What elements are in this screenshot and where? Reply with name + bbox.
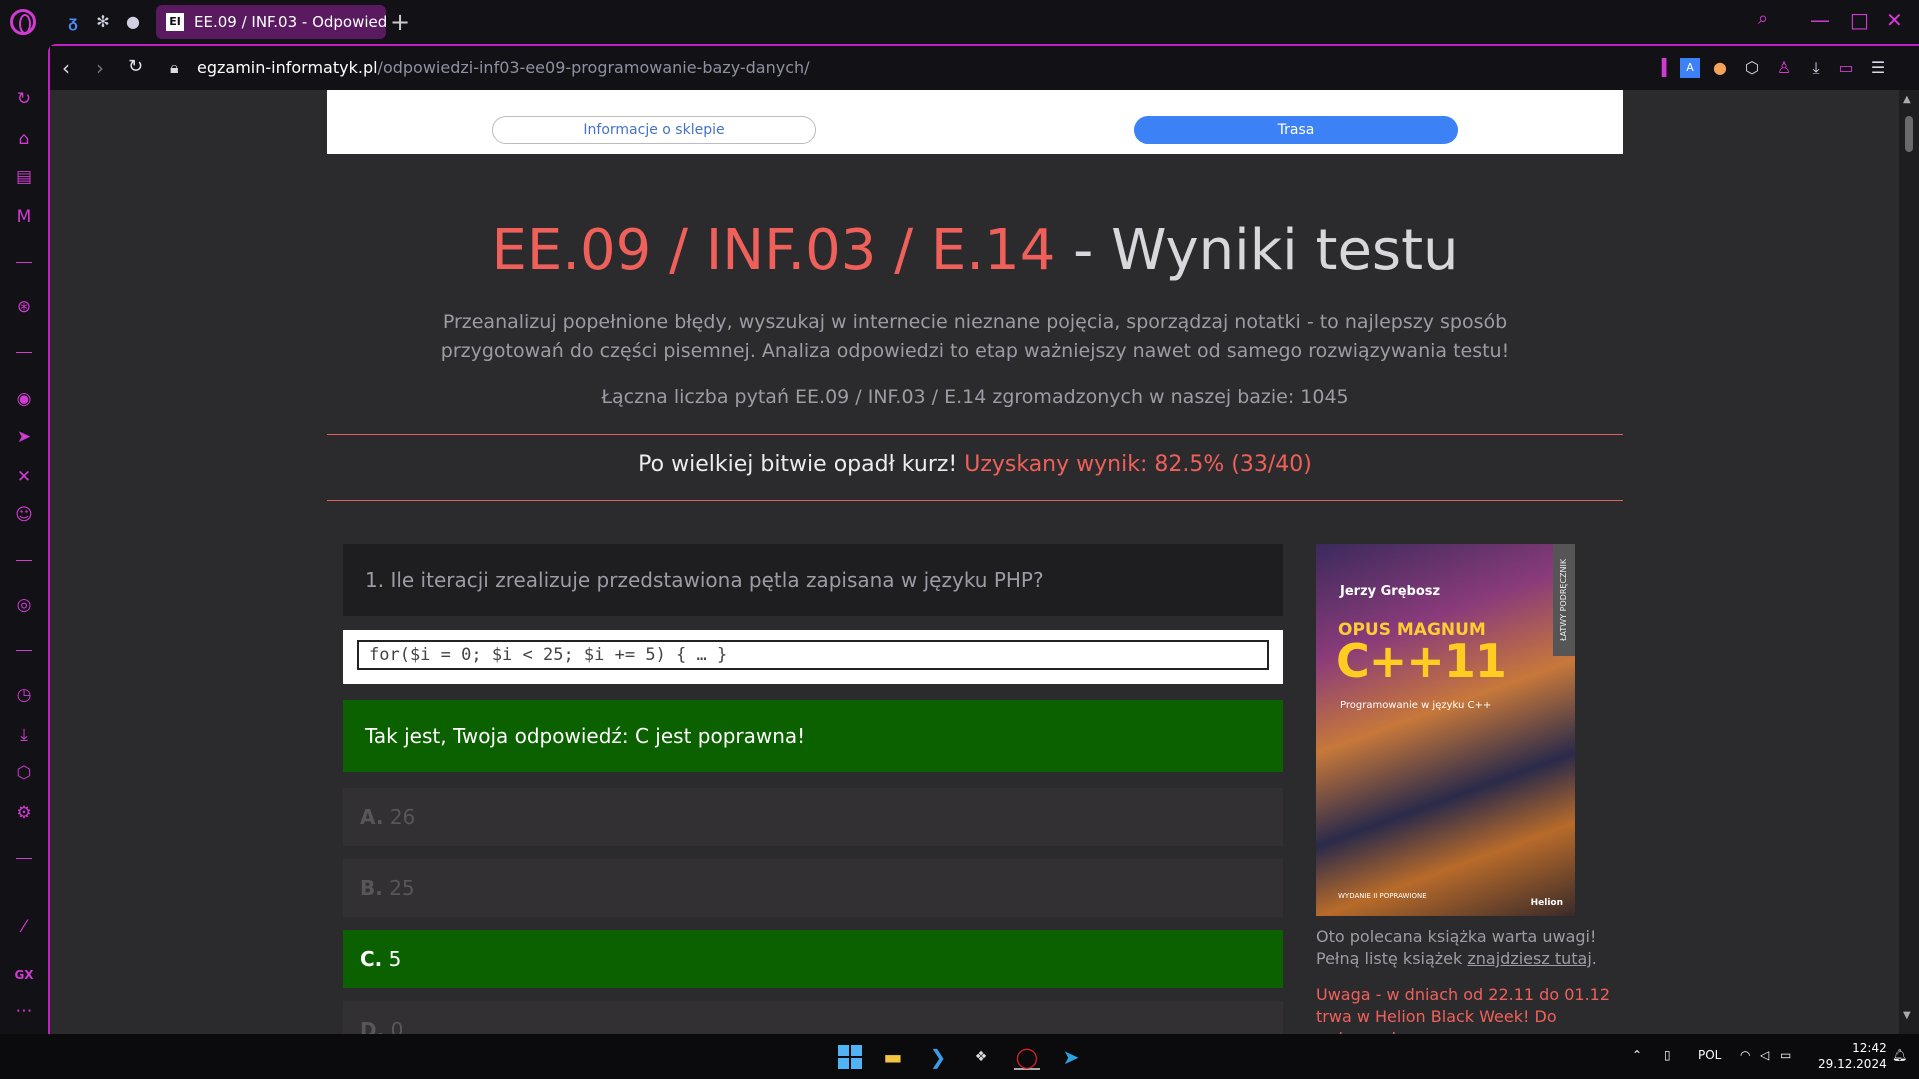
vscode-icon[interactable]: ❯ (925, 1044, 951, 1070)
answer-b: B. 25 (343, 859, 1283, 917)
history-icon[interactable]: ◷ (13, 684, 35, 706)
page-viewport: Informacje o sklepie Trasa EE.09 / INF.0… (50, 90, 1899, 1034)
x-twitter-icon[interactable]: ✕ (13, 466, 35, 488)
book-edition: WYDANIE II POPRAWIONE (1338, 892, 1427, 900)
book-title: C++11 (1336, 634, 1507, 688)
book-subtitle: Programowanie w języku C++ (1340, 700, 1492, 711)
translate-icon[interactable]: A (1680, 58, 1700, 78)
book-spine-label: ŁATWY PODRĘCZNIK (1553, 544, 1575, 656)
gmail-icon[interactable]: M (13, 206, 35, 228)
book-publisher: Helion (1530, 898, 1563, 908)
book-author: Jerzy Grębosz (1340, 584, 1441, 599)
battery-icon[interactable]: ▭ (1780, 1048, 1791, 1062)
address-bar: ‹ › ↻ 🔒︎ egzamin-informatyk.pl/odpowiedz… (50, 46, 1919, 90)
opera-logo-icon[interactable] (10, 9, 36, 35)
code-block: for($i = 0; $i < 25; $i += 5) { … } (343, 630, 1283, 684)
app-icon[interactable]: ❖ (968, 1044, 994, 1070)
tray-device-icon[interactable]: ▯ (1664, 1048, 1671, 1062)
separator-icon: ▍ (1661, 58, 1675, 77)
discord-icon[interactable]: ☺ (13, 504, 35, 526)
github-icon[interactable]: ● (122, 11, 144, 33)
ad-banner: Informacje o sklepie Trasa (327, 90, 1623, 154)
clock-date: 29.12.2024 (1818, 1057, 1887, 1071)
games-icon[interactable]: ▤ (13, 166, 35, 188)
notifications-icon[interactable]: 🔔︎ (1892, 1048, 1907, 1062)
code-snippet: for($i = 0; $i < 25; $i += 5) { … } (357, 640, 1269, 670)
clock[interactable]: 12:42 29.12.2024 (1818, 1040, 1887, 1072)
gx-control-icon[interactable]: GX (13, 964, 35, 986)
tasks-icon[interactable]: ᵹ (62, 11, 84, 33)
store-info-button[interactable]: Informacje o sklepie (492, 116, 816, 144)
scroll-thumb[interactable] (1905, 116, 1913, 152)
music-player-icon[interactable]: ◎ (13, 594, 35, 616)
divider (327, 434, 1623, 435)
score-line: Po wielkiej bitwie opadł kurz! Uzyskany … (638, 452, 1312, 477)
answer-c: C. 5 (343, 930, 1283, 988)
tab-active[interactable]: EI EE.09 / INF.03 - Odpowiedzi (156, 5, 386, 39)
answer-d: D. 0 (343, 1001, 1283, 1034)
search-tabs-icon[interactable]: ⌕ (1758, 8, 1768, 29)
book-cover-image[interactable]: ŁATWY PODRĘCZNIK Jerzy Grębosz OPUS MAGN… (1316, 544, 1575, 916)
telegram-icon[interactable]: ➤ (13, 426, 35, 448)
maximize-button[interactable]: □ (1850, 8, 1869, 32)
question-count: Łączna liczba pytań EE.09 / INF.03 / E.1… (601, 386, 1349, 408)
recommend-text: Oto polecana książka warta uwagi! Pełną … (1316, 927, 1597, 968)
site-favicon-icon: EI (166, 13, 184, 31)
windows-taskbar: ▬ ❯ ❖ ◯ ➤ ⌃ ▯ POL ◠ ◁ ▭ 12:42 29.12.2024… (0, 1034, 1919, 1079)
lead-text: Przeanalizuj popełnione błędy, wyszukaj … (440, 311, 1510, 362)
opera-gx-taskbar-icon[interactable]: ◯ (1014, 1044, 1040, 1070)
page-scrollbar[interactable]: ▲ ▼ (1899, 90, 1919, 1034)
books-list-link[interactable]: znajdziesz tutaj (1467, 949, 1591, 968)
telegram-taskbar-icon[interactable]: ➤ (1058, 1044, 1084, 1070)
extension-icon[interactable]: ● (1710, 58, 1730, 78)
url-field[interactable]: egzamin-informatyk.pl/odpowiedzi-inf03-e… (197, 58, 810, 77)
new-tab-button[interactable]: + (390, 8, 410, 36)
promo-text: Uwaga - w dniach od 22.11 do 01.12 trwa … (1316, 985, 1611, 1034)
page-title: EE.09 / INF.03 / E.14 - Wyniki testu (491, 218, 1459, 283)
scroll-up-icon[interactable]: ▲ (1903, 94, 1911, 105)
minimize-button[interactable]: — (1810, 8, 1830, 32)
clock-time: 12:42 (1852, 1041, 1887, 1055)
lock-icon: 🔒︎ (170, 58, 179, 77)
chatgpt-icon[interactable]: ✻ (92, 11, 114, 33)
tray-chevron-icon[interactable]: ⌃ (1632, 1048, 1642, 1062)
browser-titlebar: ᵹ ✻ ● EI EE.09 / INF.03 - Odpowiedzi + ⌕… (0, 0, 1919, 44)
opera-sidebar: ↻ ⌂ ▤ M ⊛ ◉ ➤ ✕ ☺ ◎ ◷ ⤓ ⬡ ⚙ ⁄ GX ⋯ (0, 44, 48, 1034)
more-icon[interactable]: ⋯ (13, 1000, 35, 1022)
easy-setup-icon[interactable]: ☰ (1868, 58, 1888, 78)
route-button[interactable]: Trasa (1134, 116, 1458, 144)
battery-saver-icon[interactable]: ▭ (1836, 58, 1856, 78)
settings-icon[interactable]: ⚙ (13, 802, 35, 824)
wifi-icon[interactable]: ◠ (1740, 1048, 1750, 1062)
downloads-icon[interactable]: ⤓ (13, 724, 35, 746)
gx-mods-icon[interactable]: ⁄ (13, 916, 35, 938)
file-explorer-icon[interactable]: ▬ (880, 1044, 906, 1070)
profile-icon[interactable]: ♙ (1774, 58, 1794, 78)
back-button[interactable]: ‹ (62, 56, 70, 80)
question-text: 1. Ile iteracji zrealizuje przedstawiona… (343, 544, 1283, 616)
aria-icon[interactable]: ↻ (13, 88, 35, 110)
messenger-icon[interactable]: ◉ (13, 388, 35, 410)
divider (327, 500, 1623, 501)
extensions-icon[interactable]: ⬡ (13, 762, 35, 784)
chatgpt-sidebar-icon[interactable]: ⊛ (13, 296, 35, 318)
result-banner: Tak jest, Twoja odpowiedź: C jest popraw… (343, 700, 1283, 772)
download-icon[interactable]: ⤓ (1806, 58, 1826, 78)
tab-title: EE.09 / INF.03 - Odpowiedzi (194, 13, 386, 31)
forward-button[interactable]: › (96, 56, 104, 80)
shopping-icon[interactable]: ⌂ (13, 128, 35, 150)
answer-a: A. 26 (343, 788, 1283, 846)
close-button[interactable]: ✕ (1886, 8, 1903, 32)
language-indicator[interactable]: POL (1698, 1048, 1721, 1062)
cube-icon[interactable]: ⬡ (1742, 58, 1762, 78)
reload-button[interactable]: ↻ (128, 56, 143, 77)
scroll-down-icon[interactable]: ▼ (1903, 1010, 1911, 1021)
windows-start-icon[interactable] (838, 1045, 862, 1069)
volume-icon[interactable]: ◁ (1760, 1048, 1769, 1062)
